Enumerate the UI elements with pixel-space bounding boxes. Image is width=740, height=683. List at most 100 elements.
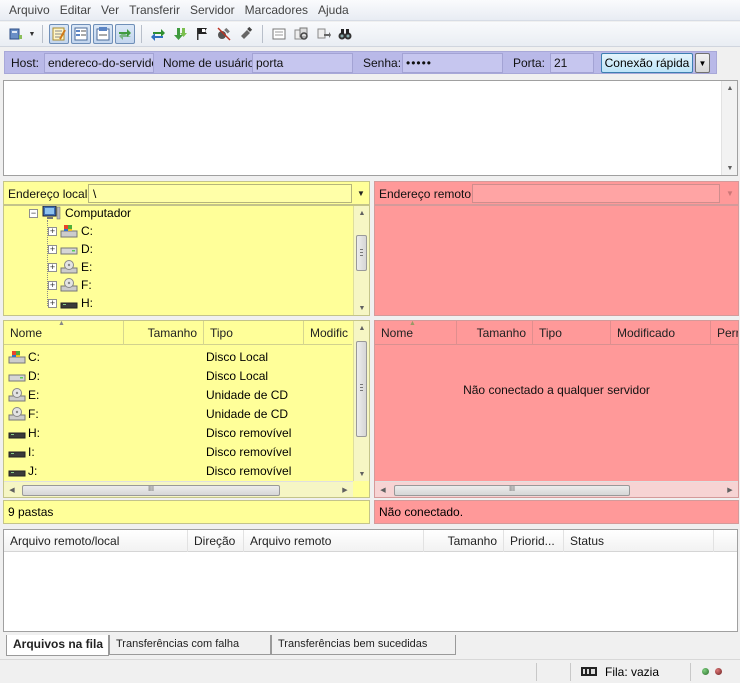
list-item[interactable]: D: Disco Local (4, 366, 340, 385)
scrollbar-thumb[interactable]: III (394, 485, 630, 496)
username-input[interactable]: porta (252, 53, 353, 73)
scrollbar-thumb[interactable] (356, 341, 367, 437)
compare-icon (294, 27, 308, 40)
quickconnect-button[interactable]: Conexão rápida (601, 53, 693, 73)
reconnect-button[interactable] (236, 24, 256, 44)
toggle-remote-tree-button[interactable] (93, 24, 113, 44)
refresh-button[interactable] (148, 24, 168, 44)
tree-node-drive-c[interactable]: + C: (48, 222, 93, 240)
list-item[interactable]: F: Unidade de CD (4, 404, 340, 423)
scroll-up-icon[interactable]: ▲ (354, 321, 369, 335)
menu-arquivo[interactable]: Arquivo (4, 0, 55, 20)
receive-led-icon (702, 668, 709, 675)
tree-node-drive-h[interactable]: + H: (48, 294, 93, 312)
local-address-dropdown[interactable]: ▼ (353, 184, 369, 203)
site-manager-dropdown[interactable]: ▼ (28, 24, 36, 44)
column-header-remote-file[interactable]: Arquivo remoto (244, 530, 424, 552)
toggle-log-button[interactable] (49, 24, 69, 44)
menu-ajuda[interactable]: Ajuda (313, 0, 354, 20)
expand-icon[interactable]: + (48, 280, 57, 290)
remote-address-dropdown[interactable]: ▼ (722, 184, 738, 203)
column-header-size[interactable]: Tamanho (424, 530, 504, 552)
scroll-right-icon[interactable]: ▶ (722, 482, 738, 497)
column-header-name[interactable]: Nome ▲ (4, 321, 124, 345)
local-file-list[interactable]: Nome ▲ Tamanho Tipo Modific C: Disco Loc… (3, 320, 370, 498)
column-header-name[interactable]: Nome ▲ (375, 321, 457, 345)
hard-drive-icon (8, 374, 26, 381)
scroll-right-icon[interactable]: ▶ (337, 482, 353, 497)
collapse-icon[interactable]: − (29, 208, 38, 218)
tree-node-drive-f[interactable]: + F: (48, 276, 92, 294)
list-item[interactable]: H: Disco removível (4, 423, 340, 442)
column-header-permissions[interactable]: Perr (711, 321, 738, 345)
scroll-left-icon[interactable]: ◀ (4, 482, 20, 497)
column-header-status[interactable]: Status (564, 530, 714, 552)
menu-ver[interactable]: Ver (96, 0, 124, 20)
tree-node-label: F: (81, 278, 92, 292)
column-header-modified[interactable]: Modific (304, 321, 352, 345)
scroll-up-icon[interactable]: ▲ (722, 81, 738, 95)
search-button[interactable] (335, 24, 355, 44)
scroll-up-icon[interactable]: ▲ (354, 206, 369, 220)
column-header-direction[interactable]: Direção (188, 530, 244, 552)
scrollbar-thumb[interactable]: III (22, 485, 280, 496)
disconnect-button[interactable] (214, 24, 234, 44)
expand-icon[interactable]: + (48, 262, 57, 272)
menu-bar: Arquivo Editar Ver Transferir Servidor M… (0, 0, 740, 21)
list-item[interactable]: J: Disco removível (4, 461, 340, 480)
column-header-local-file[interactable]: Arquivo remoto/local (4, 530, 188, 552)
scroll-down-icon[interactable]: ▼ (354, 467, 369, 481)
message-log[interactable]: ▲ ▼ (3, 80, 738, 176)
expand-icon[interactable]: + (48, 226, 57, 236)
host-input[interactable]: endereco-do-servidor (44, 53, 154, 73)
scroll-down-icon[interactable]: ▼ (354, 301, 369, 315)
menu-transferir[interactable]: Transferir (124, 0, 185, 20)
filter-button[interactable] (269, 24, 289, 44)
expand-icon[interactable]: + (48, 244, 57, 254)
port-input[interactable]: 21 (550, 53, 594, 73)
tree-node-drive-e[interactable]: + E: (48, 258, 92, 276)
site-manager-button[interactable] (6, 24, 26, 44)
scroll-down-icon[interactable]: ▼ (722, 161, 738, 175)
transfer-queue[interactable]: Arquivo remoto/local Direção Arquivo rem… (3, 529, 738, 632)
password-input[interactable]: ••••• (402, 53, 503, 73)
toggle-local-tree-button[interactable] (71, 24, 91, 44)
remote-list-hscrollbar[interactable]: ◀ III ▶ (375, 481, 738, 497)
process-queue-button[interactable] (170, 24, 190, 44)
local-directory-tree[interactable]: − Computador + C: + D: + E: + F: + H: ▲ … (3, 205, 370, 316)
tab-failed-transfers[interactable]: Transferências com falha (109, 635, 271, 655)
cancel-button[interactable] (192, 24, 212, 44)
column-header-size[interactable]: Tamanho (457, 321, 533, 345)
toggle-queue-button[interactable] (115, 24, 135, 44)
send-led-icon (715, 668, 722, 675)
tree-node-computer[interactable]: − Computador (29, 206, 131, 222)
expand-icon[interactable]: + (48, 298, 57, 308)
sync-browse-button[interactable] (313, 24, 333, 44)
column-header-size[interactable]: Tamanho (124, 321, 204, 345)
scroll-left-icon[interactable]: ◀ (375, 482, 391, 497)
remote-address-input[interactable] (472, 184, 720, 203)
list-item[interactable]: C: Disco Local (4, 347, 340, 366)
column-header-type[interactable]: Tipo (204, 321, 304, 345)
remote-directory-tree[interactable] (374, 205, 739, 316)
list-item[interactable]: E: Unidade de CD (4, 385, 340, 404)
tab-queued-files[interactable]: Arquivos na fila (6, 635, 109, 656)
menu-editar[interactable]: Editar (55, 0, 96, 20)
remote-file-list[interactable]: Nome ▲ Tamanho Tipo Modificado Perr Não … (374, 320, 739, 498)
compare-button[interactable] (291, 24, 311, 44)
local-list-scrollbar[interactable]: ▲ ▼ (353, 321, 369, 481)
list-item[interactable]: I: Disco removível (4, 442, 340, 461)
column-header-modified[interactable]: Modificado (611, 321, 711, 345)
message-log-scrollbar[interactable]: ▲ ▼ (721, 81, 737, 175)
menu-marcadores[interactable]: Marcadores (240, 0, 313, 20)
menu-servidor[interactable]: Servidor (185, 0, 240, 20)
tree-node-drive-d[interactable]: + D: (48, 240, 93, 258)
scrollbar-thumb[interactable] (356, 235, 367, 271)
local-list-hscrollbar[interactable]: ◀ III ▶ (4, 481, 353, 497)
quickconnect-dropdown[interactable]: ▼ (695, 53, 710, 73)
local-address-input[interactable]: \ (88, 184, 352, 203)
column-header-type[interactable]: Tipo (533, 321, 611, 345)
column-header-priority[interactable]: Priorid... (504, 530, 564, 552)
local-tree-scrollbar[interactable]: ▲ ▼ (353, 206, 369, 315)
tab-successful-transfers[interactable]: Transferências bem sucedidas (271, 635, 456, 655)
